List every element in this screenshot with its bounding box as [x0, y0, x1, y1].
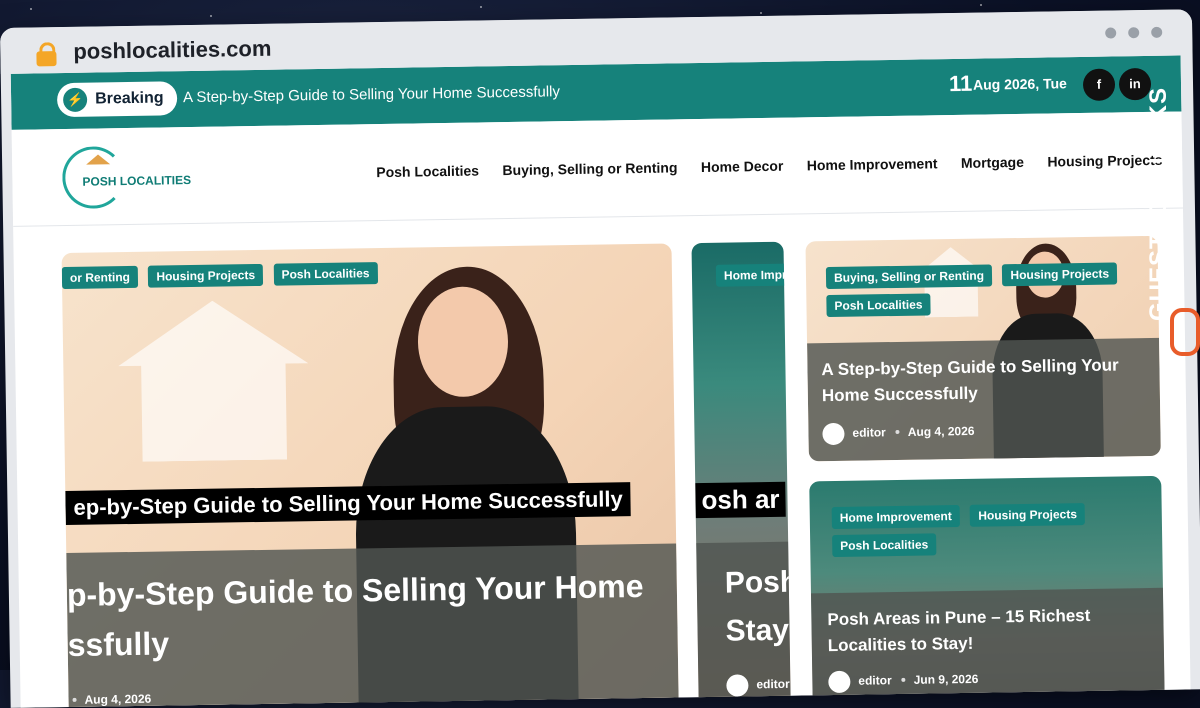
post-date-text: Aug 4, 2026: [84, 691, 152, 707]
facebook-icon[interactable]: f: [1082, 68, 1116, 101]
post-title-line2[interactable]: Stay: [725, 614, 789, 649]
lock-icon: [36, 42, 57, 67]
dot-separator: [72, 697, 77, 702]
post-title-line1[interactable]: Posh: [725, 566, 791, 601]
main-nav: Posh Localities Buying, Selling or Renti…: [376, 151, 1181, 182]
nav-item-posh-localities[interactable]: Posh Localities: [376, 162, 479, 180]
card-overlay: p-by-Step Guide to Selling Your Home ssf…: [66, 543, 679, 708]
breaking-ticker[interactable]: A Step-by-Step Guide to Selling Your Hom…: [183, 83, 560, 106]
card-overlay: Posh Stay editor: [696, 541, 791, 708]
browser-window: poshlocalities.com ⚡ Breaking A Step-by-…: [0, 9, 1200, 708]
post-title[interactable]: A Step-by-Step Guide to Selling Your Hom…: [821, 352, 1142, 409]
card-overlay: A Step-by-Step Guide to Selling Your Hom…: [807, 337, 1161, 462]
breaking-badge[interactable]: ⚡ Breaking: [56, 81, 178, 118]
side-post-card[interactable]: Home Improvement Housing Projects Posh L…: [809, 475, 1165, 708]
house-cutout-image: [117, 299, 309, 462]
page-viewport: ⚡ Breaking A Step-by-Step Guide to Selli…: [10, 55, 1191, 708]
dot-icon: [1128, 27, 1140, 39]
nav-item-home-improvement[interactable]: Home Improvement: [807, 155, 938, 173]
post-title-line2[interactable]: ssfully: [67, 625, 169, 664]
lightning-icon: ⚡: [62, 87, 88, 113]
brand-text: GUESTPOSTLINKS: [1145, 86, 1173, 322]
tag[interactable]: Housing Projects: [970, 503, 1086, 527]
date-text: Aug 2026, Tue: [972, 75, 1068, 93]
house-roof-icon: [86, 154, 111, 165]
tag-list: Home Improvement Housing Projects Posh L…: [831, 502, 1153, 563]
tag[interactable]: Home Improvement: [831, 504, 960, 529]
dot-icon: [1105, 27, 1117, 39]
featured-post-card[interactable]: or Renting Housing Projects Posh Localit…: [61, 243, 679, 708]
post-date: Aug 4, 2026: [72, 692, 151, 707]
tag[interactable]: Home Impr: [715, 263, 791, 287]
post-date-text: Jun 9, 2026: [913, 671, 979, 687]
tag-list: Buying, Selling or Renting Housing Proje…: [825, 262, 1147, 323]
tag[interactable]: Posh Localities: [826, 293, 931, 318]
nav-item-buying-selling[interactable]: Buying, Selling or Renting: [502, 159, 677, 178]
post-meta: editor Aug 4, 2026: [822, 421, 975, 446]
nav-item-home-decor[interactable]: Home Decor: [701, 158, 784, 175]
tag-list: Home Impr: [715, 263, 791, 292]
card-overlay: Posh Areas in Pune – 15 Richest Localiti…: [810, 587, 1165, 708]
author-name[interactable]: editor: [852, 425, 886, 440]
author-name[interactable]: editor: [858, 673, 892, 688]
tag[interactable]: Housing Projects: [148, 263, 264, 288]
tag[interactable]: Housing Projects: [1002, 262, 1118, 287]
secondary-post-card[interactable]: Home Impr osh ar Posh Stay editor: [691, 241, 791, 708]
dot-separator: [901, 677, 906, 682]
post-meta: editor Jun 9, 2026: [828, 669, 979, 694]
tag[interactable]: or Renting: [61, 265, 139, 290]
tag-list: or Renting Housing Projects Posh Localit…: [61, 262, 384, 295]
avatar: [726, 674, 749, 697]
post-title[interactable]: Posh Areas in Pune – 15 Richest Localiti…: [827, 602, 1128, 659]
date-day: 11: [948, 70, 973, 97]
post-date-text: Aug 4, 2026: [907, 423, 975, 439]
post-title-line1[interactable]: p-by-Step Guide to Selling Your Home: [67, 568, 644, 614]
chain-link-icon: [1170, 308, 1200, 356]
post-author: editor: [726, 674, 790, 697]
tag[interactable]: Buying, Selling or Renting: [825, 264, 993, 290]
site-header: POSH LOCALITIES Posh Localities Buying, …: [11, 111, 1183, 227]
avatar: [822, 422, 845, 446]
tag[interactable]: Posh Localities: [832, 533, 937, 557]
author-name[interactable]: editor: [756, 677, 790, 692]
logo-text[interactable]: POSH LOCALITIES: [82, 173, 191, 189]
dot-separator: [895, 429, 900, 434]
url-text[interactable]: poshlocalities.com: [73, 36, 271, 65]
dot-icon: [1151, 26, 1163, 38]
nav-item-mortgage[interactable]: Mortgage: [961, 154, 1024, 171]
tag[interactable]: Posh Localities: [273, 262, 378, 286]
image-banner-text: osh ar: [695, 481, 786, 519]
breaking-label: Breaking: [94, 89, 164, 108]
side-post-card[interactable]: Buying, Selling or Renting Housing Proje…: [805, 235, 1161, 462]
avatar: [828, 670, 851, 694]
window-controls: [1093, 25, 1163, 44]
